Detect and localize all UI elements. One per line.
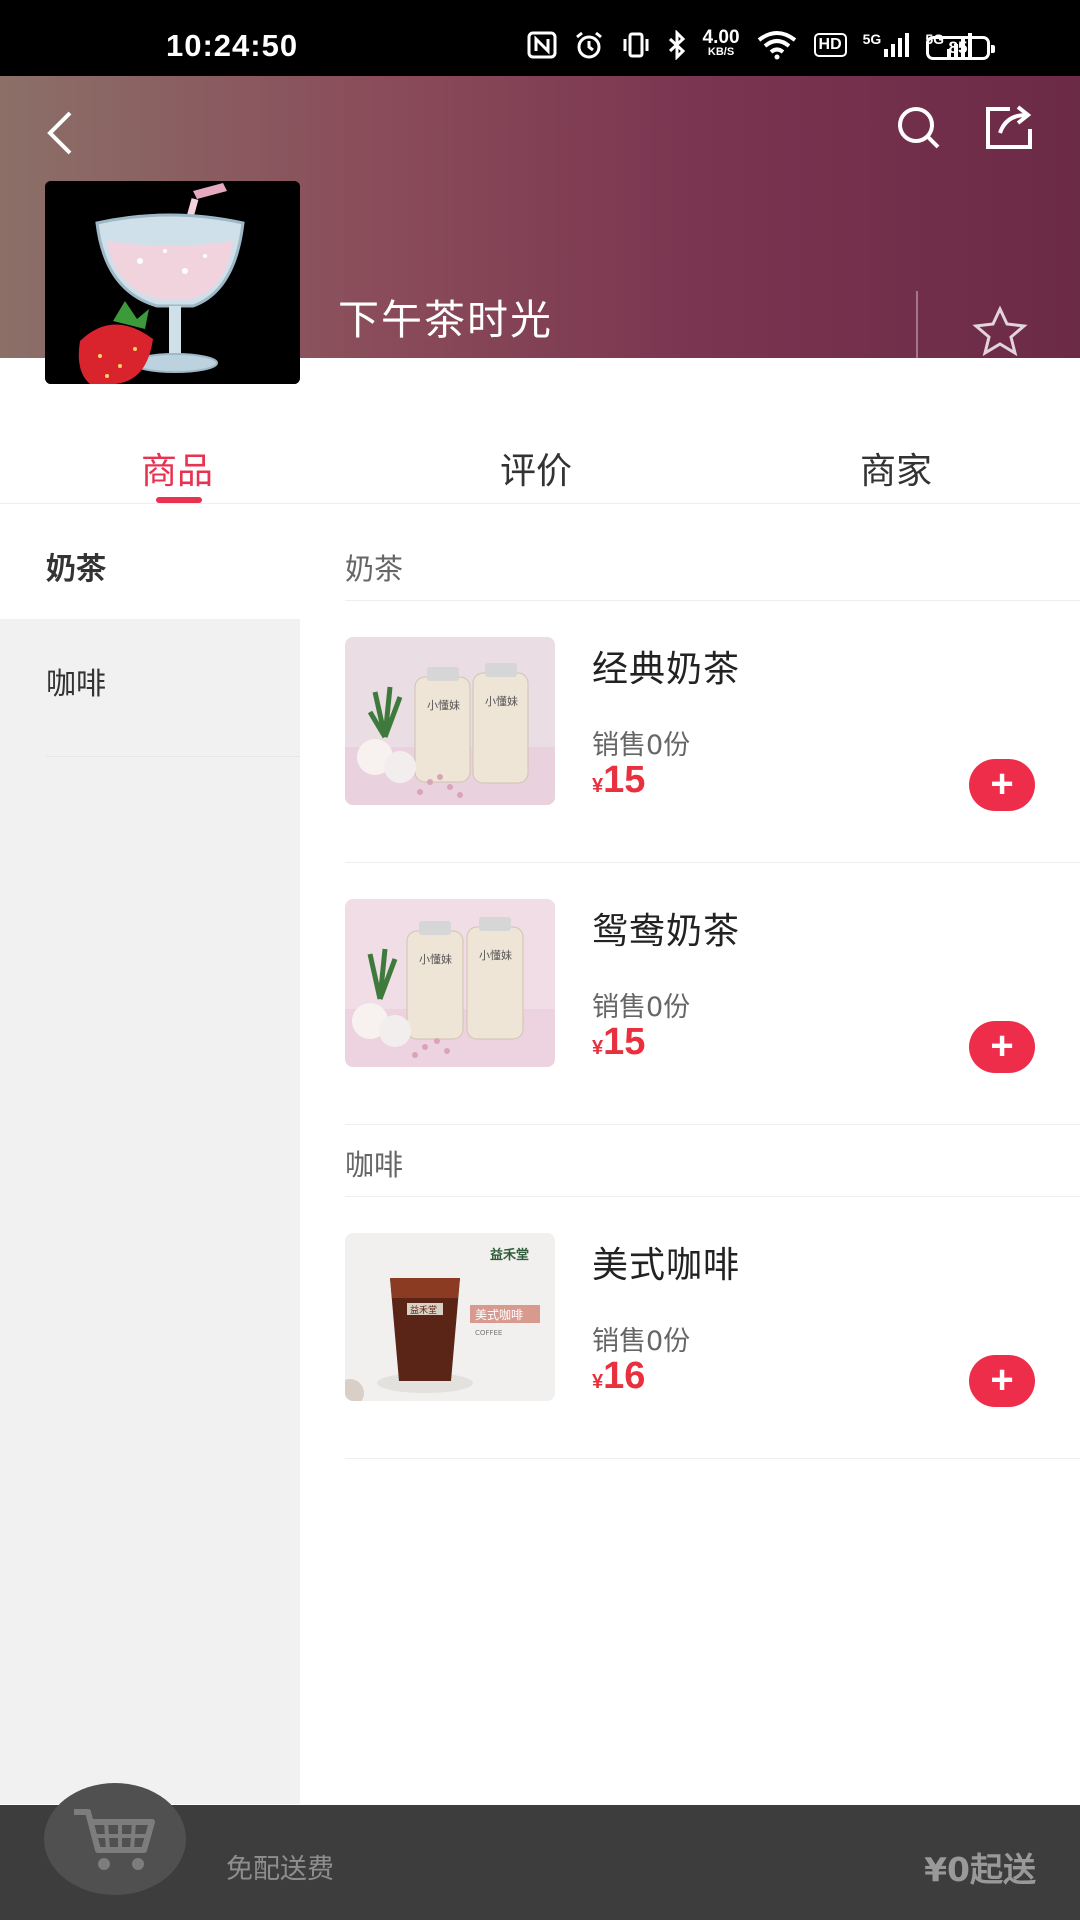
plus-icon: +: [990, 1024, 1014, 1068]
back-icon: [47, 111, 72, 155]
divider: [345, 1124, 1080, 1125]
product-sales: 销售0份: [592, 992, 691, 1023]
category-sidebar: 奶茶 咖啡: [0, 504, 300, 1804]
hd-icon: HD: [813, 33, 847, 57]
signal-icon: 5G: [863, 32, 910, 58]
svg-text:小懂妹: 小懂妹: [485, 695, 518, 708]
price-value: 16: [603, 1355, 646, 1397]
shop-logo: [45, 181, 300, 384]
product-image: 小懂妹 小懂妹: [345, 637, 555, 805]
divider: [345, 1196, 1080, 1197]
nfc-icon: [527, 31, 557, 59]
add-to-cart-button[interactable]: +: [969, 1021, 1035, 1073]
status-time: 10:24:50: [166, 28, 299, 63]
product-image: 小懂妹 小懂妹: [345, 899, 555, 1067]
svg-text:小懂妹: 小懂妹: [427, 699, 460, 712]
search-icon: [898, 107, 940, 149]
product-sales: 销售0份: [592, 1326, 691, 1357]
product-item[interactable]: 益禾堂 美式咖啡 COFFEE 益禾堂 美式咖啡 销售0份 ¥16 +: [345, 1233, 1080, 1433]
favorite-button[interactable]: 收藏: [950, 305, 1050, 402]
sidebar-item-label: 奶茶: [46, 552, 106, 587]
tab-products[interactable]: 商品: [141, 442, 213, 494]
product-price: ¥15: [592, 1021, 645, 1064]
add-to-cart-button[interactable]: +: [969, 759, 1035, 811]
svg-text:COFFEE: COFFEE: [475, 1329, 502, 1337]
battery-indicator: 85: [926, 36, 995, 60]
currency-symbol: ¥: [592, 1371, 604, 1393]
sidebar-item-milk-tea[interactable]: 奶茶: [0, 504, 300, 619]
product-name: 美式咖啡: [592, 1245, 741, 1286]
svg-text:益禾堂: 益禾堂: [490, 1247, 529, 1263]
svg-text:小懂妹: 小懂妹: [479, 949, 512, 962]
bluetooth-icon: [667, 30, 687, 60]
currency-symbol: ¥: [592, 775, 604, 797]
delivery-fee-text: 免配送费: [226, 1854, 334, 1885]
wifi-icon: [756, 30, 798, 60]
product-price: ¥16: [592, 1355, 645, 1398]
svg-text:美式咖啡: 美式咖啡: [475, 1307, 523, 1322]
category-heading: 咖啡: [345, 1148, 404, 1182]
sidebar-item-label: 咖啡: [46, 667, 106, 702]
status-icons: 4.00 KB/S HD 5G 5G: [527, 27, 972, 60]
back-button[interactable]: [40, 103, 80, 163]
divider: [916, 291, 918, 399]
divider: [345, 1458, 1080, 1459]
product-image: 益禾堂 美式咖啡 COFFEE 益禾堂: [345, 1233, 555, 1401]
network-speed: 4.00 KB/S: [702, 27, 740, 58]
svg-text:益禾堂: 益禾堂: [410, 1304, 437, 1316]
category-heading: 奶茶: [345, 552, 404, 586]
price-value: 15: [603, 759, 646, 801]
vibrate-icon: [621, 31, 651, 59]
product-name: 鸳鸯奶茶: [592, 911, 741, 952]
tab-bar: 商品 评价 商家: [0, 412, 1080, 504]
shop-name: 下午茶时光: [338, 296, 553, 344]
product-item[interactable]: 小懂妹 小懂妹 经典奶茶 销售0份 ¥15 +: [345, 637, 1080, 837]
cart-button[interactable]: [44, 1783, 186, 1895]
divider: [345, 600, 1080, 601]
share-button[interactable]: [982, 103, 1036, 153]
sidebar-item-coffee[interactable]: 咖啡: [0, 619, 300, 734]
tab-reviews[interactable]: 评价: [500, 442, 572, 494]
cart-icon: [74, 1809, 155, 1870]
svg-text:小懂妹: 小懂妹: [419, 953, 452, 966]
divider: [46, 756, 300, 757]
alarm-icon: [573, 30, 605, 60]
product-item[interactable]: 小懂妹 小懂妹 鸳鸯奶茶 销售0份 ¥15 +: [345, 899, 1080, 1099]
minimum-order-text: ¥0起送: [924, 1850, 1036, 1889]
plus-icon: +: [990, 762, 1014, 806]
price-value: 15: [603, 1021, 646, 1063]
currency-symbol: ¥: [592, 1037, 604, 1059]
star-icon: [972, 305, 1028, 357]
tab-active-indicator: [156, 497, 202, 503]
plus-icon: +: [990, 1358, 1014, 1402]
favorite-label: 收藏: [971, 369, 1028, 402]
status-bar: 10:24:50 4.00 KB/S HD 5G 5G 85: [0, 0, 1080, 76]
product-price: ¥15: [592, 759, 645, 802]
search-button[interactable]: [894, 103, 944, 153]
product-name: 经典奶茶: [592, 649, 741, 690]
product-sales: 销售0份: [592, 730, 691, 761]
product-list: 奶茶 小懂妹 小懂妹 经典奶茶 销售0份 ¥15 + 小懂妹 小懂妹 鸳鸯奶茶 …: [300, 504, 1080, 1804]
tab-merchant[interactable]: 商家: [860, 442, 932, 494]
add-to-cart-button[interactable]: +: [969, 1355, 1035, 1407]
cart-bar: 免配送费 ¥0起送: [0, 1783, 1080, 1920]
share-icon: [986, 105, 1032, 149]
divider: [345, 862, 1080, 863]
